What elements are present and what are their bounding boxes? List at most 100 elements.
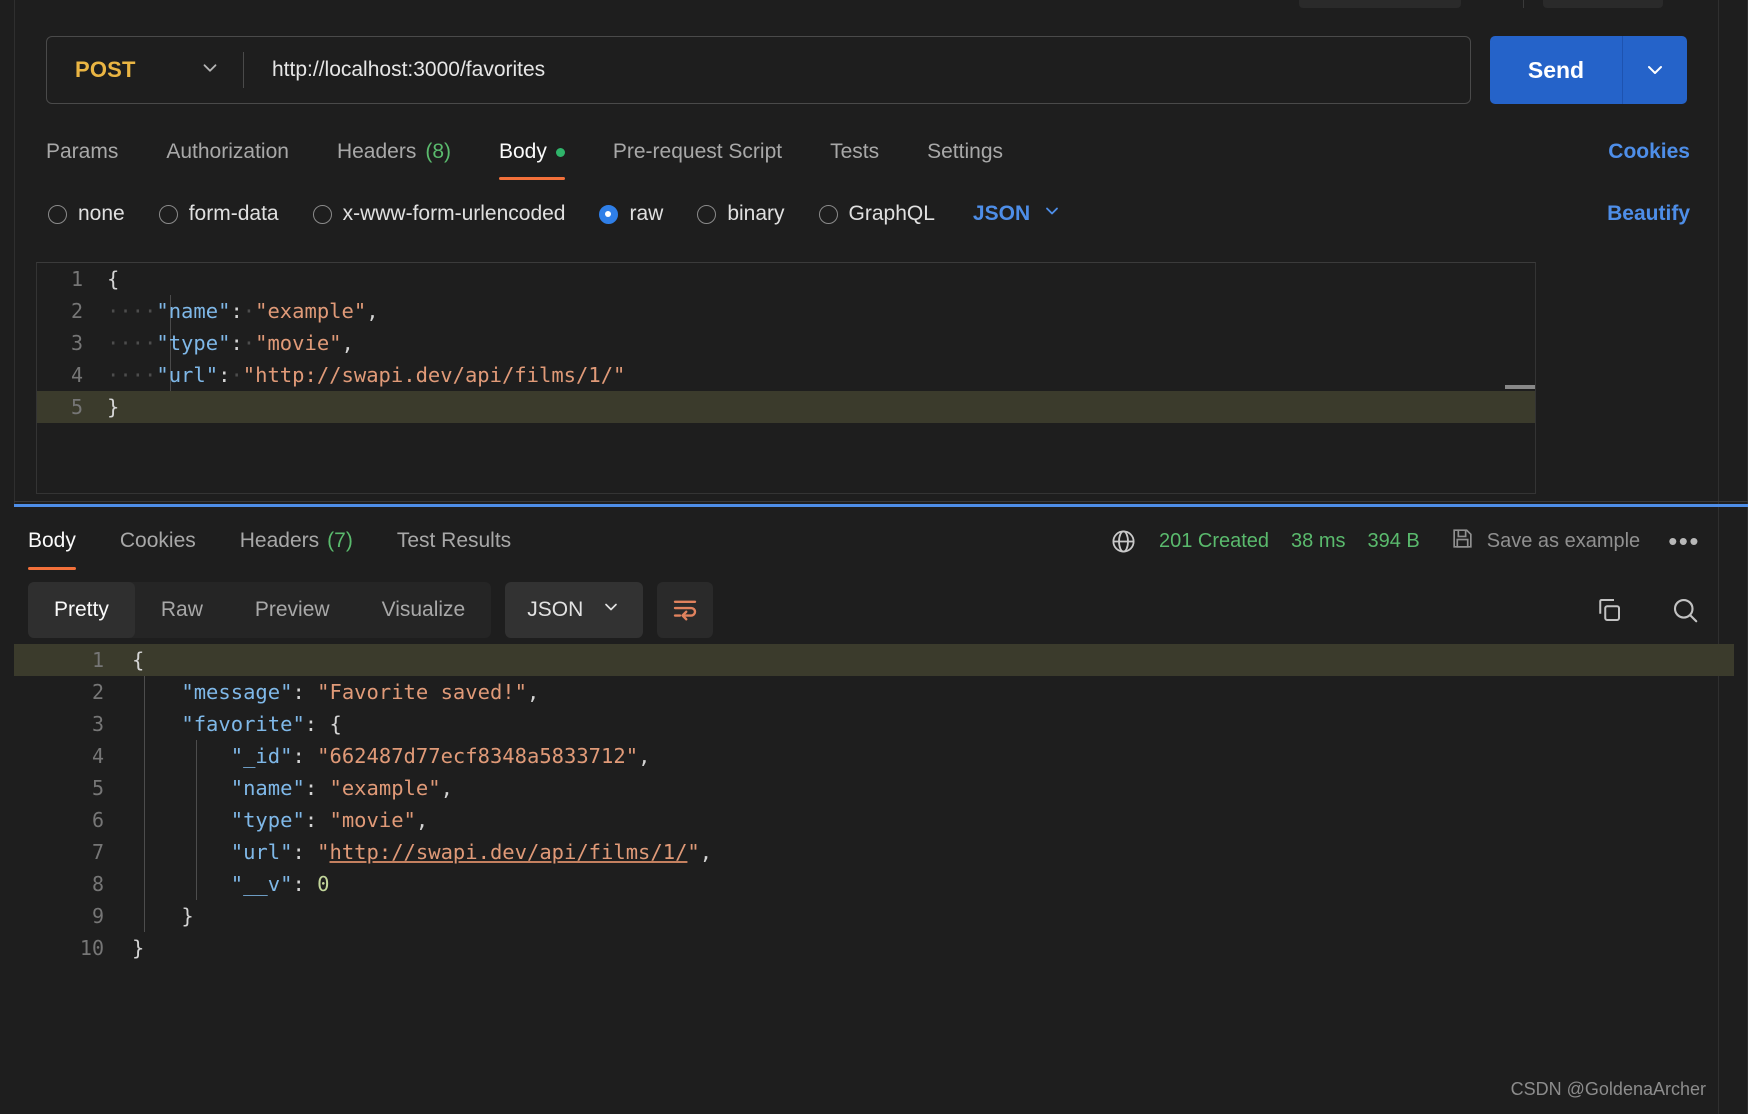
code-line: 10 } [14,932,1734,964]
chevron-down-icon [1042,201,1062,227]
top-stub-tab-2[interactable] [1543,0,1663,8]
json-key: "type" [230,808,305,832]
url-input[interactable] [244,37,1470,103]
body-modified-dot-icon [555,147,565,157]
tab-authorization[interactable]: Authorization [142,128,313,176]
json-key: "name" [156,299,231,323]
response-body-viewer[interactable]: 1 { 2 "message": "Favorite saved!", 3 "f… [14,644,1734,1084]
json-number: 0 [317,872,330,896]
line-content: } [132,936,145,960]
line-number: 1 [91,648,104,672]
word-wrap-toggle[interactable] [657,582,714,638]
tab-pre-request-script-label: Pre-request Script [612,140,783,163]
tab-tests[interactable]: Tests [806,128,903,176]
radio-raw-icon [599,204,619,224]
json-value: "Favorite saved!" [317,680,527,704]
body-type-binary[interactable]: binary [697,202,785,226]
json-value: "movie" [329,808,416,832]
json-colon: : [292,680,318,704]
url-bar: POST [46,36,1471,104]
view-mode-visualize[interactable]: Visualize [356,582,492,638]
body-type-binary-label: binary [727,202,785,225]
body-type-urlencoded[interactable]: x-www-form-urlencoded [312,202,565,226]
line-content: "name": "example", [124,776,453,800]
response-resize-handle[interactable] [14,504,1748,507]
tab-params[interactable]: Params [46,128,142,176]
line-content: } [107,395,120,419]
json-colon: : [292,744,318,768]
request-tabs: Params Authorization Headers (8) Body Pr… [46,128,1027,180]
view-mode-raw[interactable]: Raw [135,582,229,638]
line-content: ····"name":·"example", [99,299,379,323]
line-content: "_id": "662487d77ecf8348a5833712", [124,744,651,768]
view-mode-pretty[interactable]: Pretty [28,582,135,638]
save-as-example-button[interactable]: Save as example [1450,526,1640,557]
code-line: 1 { [37,263,1535,295]
tab-pre-request-script[interactable]: Pre-request Script [589,128,806,176]
send-options-chevron-down-icon[interactable] [1623,36,1687,104]
response-tabs: Body Cookies Headers (7) Test Results [28,512,533,570]
json-value: "example" [255,299,367,323]
response-format-select[interactable]: JSON [505,582,644,638]
beautify-button[interactable]: Beautify [1607,192,1690,236]
cookies-link[interactable]: Cookies [1608,128,1690,176]
body-type-none[interactable]: none [48,202,125,226]
request-body-editor[interactable]: 1 { 2 ····"name":·"example", 3 ····"type… [36,262,1536,494]
response-time: 38 ms [1291,529,1346,552]
json-comma: , [440,776,453,800]
code-line: 9 } [14,900,1734,932]
http-method-label: POST [75,57,136,82]
watermark: CSDN @GoldenaArcher [1510,1079,1706,1099]
copy-icon[interactable] [1594,595,1624,625]
view-mode-preview[interactable]: Preview [229,582,356,638]
json-key: "name" [230,776,305,800]
response-tab-cookies[interactable]: Cookies [98,512,218,570]
json-comma: , [526,680,540,704]
tab-settings-label: Settings [927,140,1004,163]
json-comma: , [699,840,713,864]
json-key: "message" [181,680,293,704]
json-comma: , [341,331,354,355]
response-meta: 201 Created 38 ms 394 B Save as example … [1110,512,1700,570]
line-number: 9 [91,904,104,928]
json-comma: , [638,744,651,768]
whitespace-dots: ···· [107,299,157,323]
tab-params-label: Params [46,140,119,163]
tab-settings[interactable]: Settings [903,128,1027,176]
line-content: "url": "http://swapi.dev/api/films/1/", [124,840,712,864]
json-url-link[interactable]: http://swapi.dev/api/films/1/ [330,840,688,864]
tab-body[interactable]: Body [475,128,589,180]
json-brace: { [329,712,342,736]
body-type-form-data[interactable]: form-data [158,202,279,226]
body-type-graphql[interactable]: GraphQL [818,202,935,226]
json-colon: : [304,808,330,832]
more-horizontal-icon[interactable]: ••• [1662,526,1700,557]
code-line-active: 1 { [14,644,1734,676]
radio-form-data-icon [158,204,178,224]
body-type-form-data-label: form-data [188,202,279,225]
whitespace-dots: ···· [107,363,157,387]
response-tab-test-results[interactable]: Test Results [375,512,533,570]
search-icon[interactable] [1670,595,1700,625]
radio-none-icon [48,204,67,224]
line-number: 3 [91,712,104,736]
line-number: 5 [70,395,83,419]
line-number: 2 [70,299,83,323]
response-tab-body[interactable]: Body [28,512,98,570]
json-key: "_id" [230,744,293,768]
http-method-selector[interactable]: POST [47,37,243,103]
response-tab-headers[interactable]: Headers (7) [218,512,375,570]
line-number: 10 [79,936,104,960]
line-number: 8 [91,872,104,896]
tab-headers[interactable]: Headers (8) [313,128,475,176]
top-stub-tab-1[interactable] [1299,0,1461,8]
editor-horizontal-scrollbar[interactable] [1505,385,1535,389]
request-format-select[interactable]: JSON [973,201,1062,227]
send-button[interactable]: Send [1490,36,1622,104]
code-line: 4 ····"url":·"http://swapi.dev/api/films… [37,359,1535,391]
body-type-raw[interactable]: raw [599,202,663,226]
radio-urlencoded-icon [312,204,332,224]
top-stub-divider [1523,0,1524,8]
json-value: "movie" [255,331,342,355]
response-tab-headers-label: Headers [239,529,320,552]
